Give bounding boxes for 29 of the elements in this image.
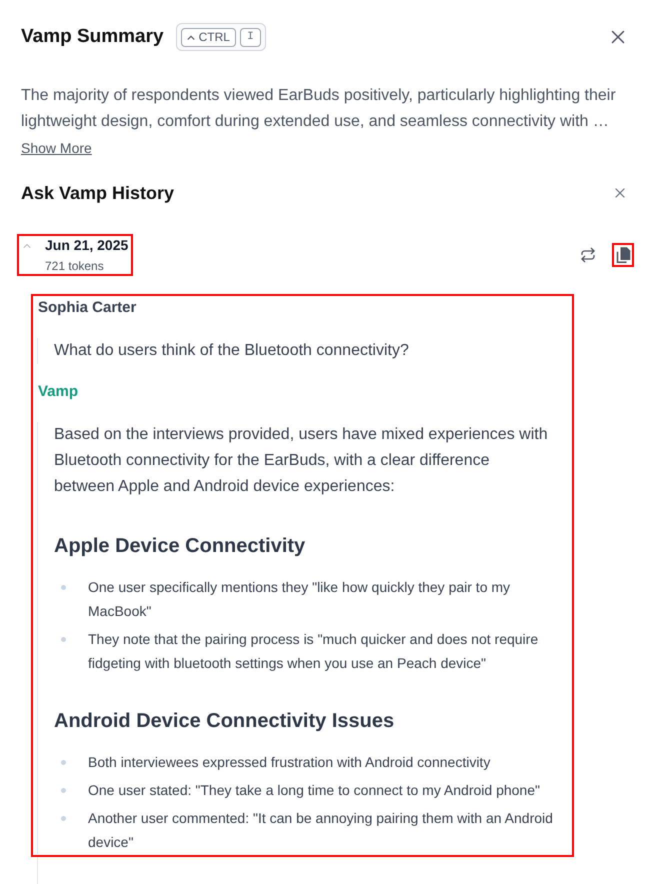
list-item-text: Another user commented: "It can be annoying pairing them with an Android device" bbox=[88, 809, 554, 852]
panel-title: Vamp Summary bbox=[21, 25, 164, 49]
copy-button[interactable] bbox=[612, 243, 634, 267]
message-text: Based on the interviews provided, users have mixed experiences with Bluetooth connectivity for the EarBuds, with a clear difference between Apple and Android device experiences: bbox=[54, 425, 549, 497]
token-count: 721 tokens bbox=[45, 258, 105, 274]
message-text: What do users think of the Bluetooth connectivity? bbox=[54, 341, 410, 361]
bullet-icon bbox=[61, 788, 66, 793]
list-item-text: Both interviewees expressed frustration with Android connectivity bbox=[88, 753, 490, 772]
history-title: Ask Vamp History bbox=[21, 182, 174, 205]
repeat-icon bbox=[580, 247, 596, 263]
list-item-text: They note that the pairing process is "much quicker and does not require fidgeting with bluetooth settings when you use an Peach device" bbox=[88, 630, 540, 673]
bullet-icon bbox=[61, 760, 66, 765]
message-author: Sophia Carter bbox=[38, 298, 138, 318]
copy-icon bbox=[616, 246, 630, 264]
show-more-link[interactable]: Show More bbox=[21, 140, 92, 156]
bullet-icon bbox=[61, 585, 66, 590]
answer-heading: Android Device Connectivity Issues bbox=[54, 709, 396, 734]
bullet-icon bbox=[61, 637, 66, 642]
summary-text: The majority of respondents viewed EarBuds positively, particularly highlighting their lightweight design, comfort during extended use, and seamless connectivity with … bbox=[21, 86, 617, 132]
keyboard-key: I bbox=[240, 28, 261, 46]
list-item-text: One user specifically mentions they "like how quickly they pair to my MacBook" bbox=[88, 578, 512, 621]
session-date: Jun 21, 2025 bbox=[45, 236, 128, 254]
answer-heading: Apple Device Connectivity bbox=[54, 534, 306, 559]
caret-up-icon bbox=[186, 34, 195, 40]
bullet-icon bbox=[61, 816, 66, 821]
message-author: Vamp bbox=[38, 382, 80, 402]
list-item-text: One user stated: "They take a long time to connect to my Android phone" bbox=[88, 781, 540, 800]
key-label: CTRL bbox=[198, 30, 230, 44]
session-header[interactable]: Jun 21, 2025 721 tokens bbox=[17, 234, 134, 276]
